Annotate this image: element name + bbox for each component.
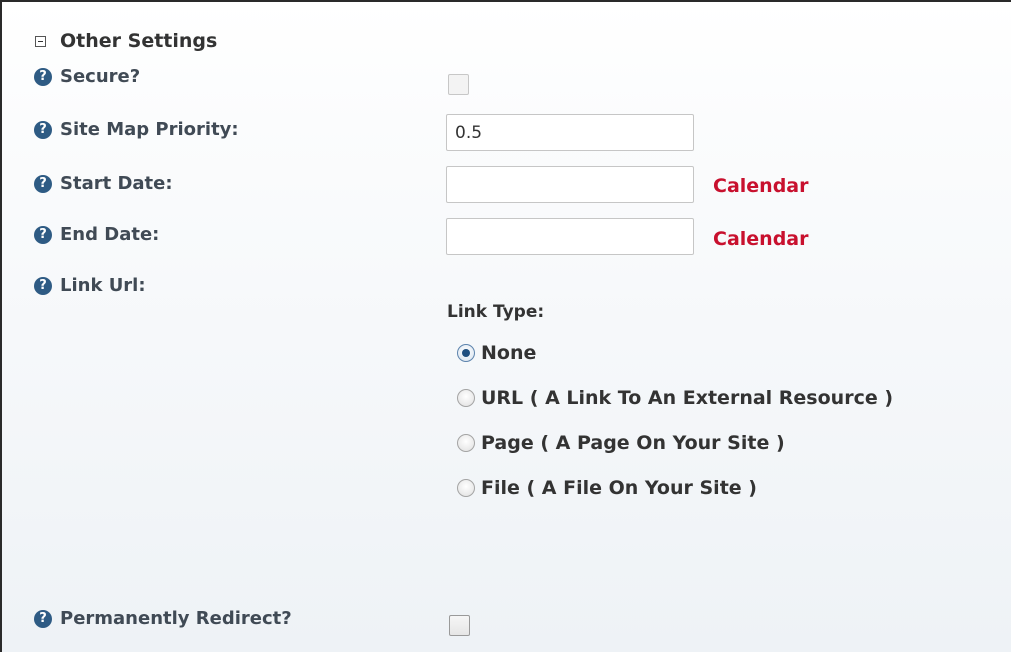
link-type-label: Link Type: [447, 302, 545, 322]
help-icon[interactable]: ? [34, 120, 52, 139]
link-url-label: Link Url: [60, 275, 146, 296]
priority-label: Site Map Priority: [60, 119, 239, 140]
link-type-option-file[interactable]: File ( A File On Your Site ) [457, 477, 757, 499]
link-url-row: ? Link Url: [34, 275, 146, 296]
end-date-input[interactable] [446, 218, 694, 255]
radio-label: File ( A File On Your Site ) [481, 477, 757, 499]
radio-label: Page ( A Page On Your Site ) [481, 432, 785, 454]
permanent-redirect-checkbox[interactable] [449, 615, 470, 636]
permanent-redirect-label: Permanently Redirect? [60, 608, 292, 629]
link-type-option-url[interactable]: URL ( A Link To An External Resource ) [457, 387, 893, 409]
end-date-label: End Date: [60, 224, 160, 245]
start-date-calendar-link[interactable]: Calendar [713, 175, 808, 197]
start-date-row: ? Start Date: [34, 173, 173, 194]
site-map-priority-input[interactable] [446, 114, 694, 151]
help-icon[interactable]: ? [34, 276, 52, 295]
start-date-label: Start Date: [60, 173, 173, 194]
radio-label: None [481, 342, 537, 364]
other-settings-panel: Other Settings ? Secure? ? Site Map Prio… [0, 0, 1011, 652]
secure-checkbox[interactable] [448, 74, 469, 95]
end-date-calendar-link[interactable]: Calendar [713, 228, 808, 250]
help-icon[interactable]: ? [34, 67, 52, 86]
end-date-row: ? End Date: [34, 224, 159, 245]
radio-button[interactable] [457, 434, 475, 452]
collapse-toggle-icon[interactable] [35, 35, 46, 47]
help-icon[interactable]: ? [34, 225, 52, 244]
help-icon[interactable]: ? [34, 609, 52, 628]
radio-button[interactable] [457, 389, 475, 407]
permanent-redirect-row: ? Permanently Redirect? [34, 608, 292, 629]
help-icon[interactable]: ? [34, 174, 52, 193]
link-type-option-none[interactable]: None [457, 342, 536, 364]
link-type-option-page[interactable]: Page ( A Page On Your Site ) [457, 432, 785, 454]
radio-button[interactable] [457, 344, 475, 362]
section-title: Other Settings [60, 30, 218, 52]
secure-row: ? Secure? [34, 66, 140, 87]
start-date-input[interactable] [446, 166, 694, 203]
secure-label: Secure? [60, 66, 141, 87]
section-header[interactable]: Other Settings [35, 30, 217, 52]
priority-row: ? Site Map Priority: [34, 119, 239, 140]
radio-label: URL ( A Link To An External Resource ) [481, 387, 894, 409]
radio-button[interactable] [457, 479, 475, 497]
